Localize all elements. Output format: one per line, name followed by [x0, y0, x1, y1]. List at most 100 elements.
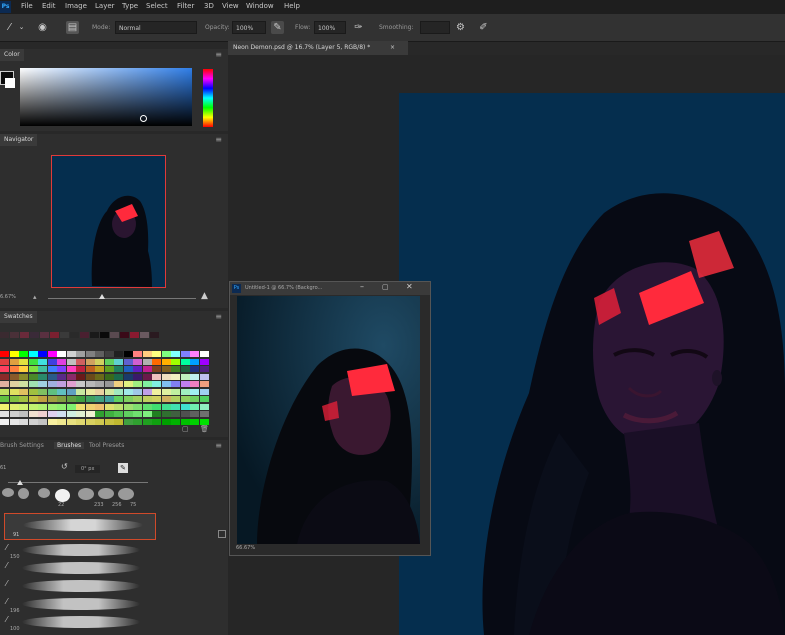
- swatch[interactable]: [152, 396, 161, 402]
- swatch[interactable]: [76, 411, 85, 417]
- swatch[interactable]: [66, 396, 76, 402]
- swatch[interactable]: [9, 418, 19, 425]
- swatch[interactable]: [123, 411, 133, 417]
- swatch[interactable]: [199, 411, 209, 417]
- swatch[interactable]: [85, 351, 95, 357]
- swatch[interactable]: [171, 411, 180, 417]
- swatch[interactable]: [190, 358, 199, 365]
- swatch[interactable]: [0, 418, 9, 425]
- navigator-preview[interactable]: [51, 155, 166, 288]
- background-color-swatch[interactable]: [5, 78, 15, 88]
- swatch[interactable]: [123, 396, 133, 402]
- close-window-icon[interactable]: ✕: [406, 282, 413, 291]
- panel-menu-icon[interactable]: ≡: [215, 50, 222, 59]
- tab-tool-presets[interactable]: Tool Presets: [89, 442, 124, 449]
- swatch[interactable]: [104, 411, 114, 417]
- swatch[interactable]: [123, 388, 133, 395]
- swatch[interactable]: [133, 396, 142, 402]
- swatch[interactable]: [57, 388, 66, 395]
- swatch[interactable]: [28, 388, 38, 395]
- swatch[interactable]: [133, 418, 142, 425]
- swatch[interactable]: [171, 418, 180, 425]
- trash-icon[interactable]: 🗑: [200, 425, 209, 433]
- swatch[interactable]: [9, 388, 19, 395]
- swatch[interactable]: [76, 381, 85, 387]
- recent-swatch[interactable]: [10, 332, 19, 338]
- swatch[interactable]: [66, 418, 76, 425]
- swatch[interactable]: [19, 388, 28, 395]
- swatch[interactable]: [180, 411, 190, 417]
- swatch[interactable]: [38, 381, 47, 387]
- brush-tip[interactable]: [118, 488, 134, 500]
- angle-icon[interactable]: ↺: [61, 462, 68, 471]
- swatch[interactable]: [47, 396, 57, 402]
- swatch[interactable]: [199, 351, 209, 357]
- brush-list-item[interactable]: ⁄: [4, 558, 154, 578]
- swatch[interactable]: [57, 351, 66, 357]
- floating-document-window[interactable]: Ps Untitled-1 @ 66.7% (Backgro... – ▢ ✕ …: [229, 281, 431, 556]
- swatch[interactable]: [57, 411, 66, 417]
- brush-panel-icon[interactable]: ▤: [66, 21, 79, 34]
- swatch[interactable]: [104, 381, 114, 387]
- hue-slider[interactable]: [203, 69, 213, 127]
- gear-icon[interactable]: ⚙: [454, 21, 467, 34]
- swatch[interactable]: [66, 373, 76, 380]
- swatch[interactable]: [190, 373, 199, 380]
- swatch[interactable]: [123, 418, 133, 425]
- swatch[interactable]: [57, 381, 66, 387]
- swatch[interactable]: [57, 373, 66, 380]
- brush-tip[interactable]: [2, 488, 14, 497]
- swatch[interactable]: [95, 388, 104, 395]
- panel-menu-icon[interactable]: ≡: [215, 441, 222, 450]
- swatch[interactable]: [19, 366, 28, 372]
- menu-edit[interactable]: Edit: [42, 2, 56, 10]
- swatch[interactable]: [180, 388, 190, 395]
- brush-list-item[interactable]: ⁄ 150: [4, 540, 154, 560]
- swatch[interactable]: [114, 418, 123, 425]
- swatch[interactable]: [190, 366, 199, 372]
- swatch[interactable]: [76, 351, 85, 357]
- swatch[interactable]: [57, 358, 66, 365]
- swatch[interactable]: [57, 403, 66, 410]
- swatch[interactable]: [133, 388, 142, 395]
- swatch[interactable]: [9, 396, 19, 402]
- menu-view[interactable]: View: [222, 2, 239, 10]
- swatch[interactable]: [57, 396, 66, 402]
- pressure-size-icon[interactable]: ✐: [477, 21, 490, 34]
- swatch[interactable]: [0, 373, 9, 380]
- brush-angle-field[interactable]: 0° px: [75, 465, 101, 473]
- swatch[interactable]: [180, 373, 190, 380]
- swatch[interactable]: [85, 373, 95, 380]
- swatch[interactable]: [180, 366, 190, 372]
- swatch[interactable]: [95, 411, 104, 417]
- swatch[interactable]: [85, 403, 95, 410]
- swatch[interactable]: [161, 373, 171, 380]
- swatch[interactable]: [19, 358, 28, 365]
- swatch[interactable]: [85, 396, 95, 402]
- swatch[interactable]: [85, 388, 95, 395]
- swatch[interactable]: [133, 358, 142, 365]
- swatch[interactable]: [161, 411, 171, 417]
- color-picker-cursor[interactable]: [140, 115, 147, 122]
- swatch[interactable]: [199, 388, 209, 395]
- swatch[interactable]: [114, 373, 123, 380]
- swatch[interactable]: [123, 373, 133, 380]
- zoom-out-icon[interactable]: ▴: [33, 293, 37, 301]
- menu-window[interactable]: Window: [246, 2, 274, 10]
- swatch[interactable]: [104, 351, 114, 357]
- swatch[interactable]: [19, 396, 28, 402]
- menu-select[interactable]: Select: [146, 2, 168, 10]
- swatch[interactable]: [9, 373, 19, 380]
- brush-tip[interactable]: [78, 488, 94, 500]
- swatch[interactable]: [180, 396, 190, 402]
- swatch[interactable]: [47, 418, 57, 425]
- swatch[interactable]: [171, 396, 180, 402]
- swatch[interactable]: [142, 388, 152, 395]
- swatch[interactable]: [180, 381, 190, 387]
- swatch[interactable]: [161, 351, 171, 357]
- swatch[interactable]: [28, 403, 38, 410]
- brush-tip[interactable]: [18, 488, 29, 499]
- recent-swatch[interactable]: [120, 332, 129, 338]
- brush-tip[interactable]: [38, 488, 50, 498]
- swatch[interactable]: [47, 366, 57, 372]
